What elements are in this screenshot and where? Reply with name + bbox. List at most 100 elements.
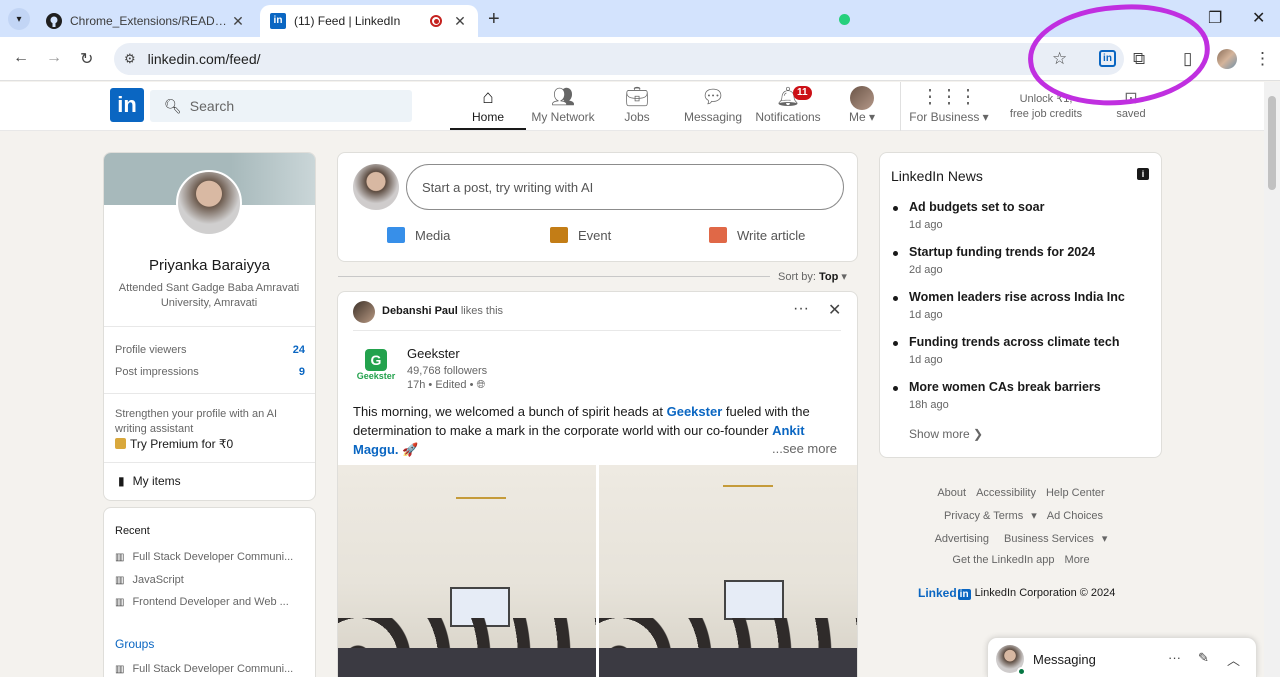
nav-me[interactable]: Me ▾ (820, 86, 904, 124)
wordmark-text: Linked (918, 586, 957, 600)
side-panel-icon[interactable]: ▯ (1183, 49, 1192, 69)
footer-link[interactable]: Privacy & Terms ▾ (939, 510, 1037, 522)
profile-avatar[interactable] (176, 170, 242, 236)
forward-icon[interactable]: → (46, 49, 62, 67)
bookmark-star-icon[interactable]: ☆ (1052, 49, 1067, 69)
nav-label: For Business (909, 110, 980, 124)
group-item-label: Full Stack Developer Communi... (132, 663, 294, 675)
news-item[interactable]: Ad budgets set to soar 1d ago (891, 200, 1151, 231)
liker-name[interactable]: Debanshi Paul (382, 305, 458, 317)
header-divider (900, 82, 901, 131)
footer-link[interactable]: More (1065, 554, 1090, 566)
scroll-thumb[interactable] (1268, 96, 1276, 190)
browser-profile-avatar[interactable] (1217, 49, 1237, 69)
tab-github[interactable]: Chrome_Extensions/README.m ✕ (36, 5, 256, 37)
recent-item[interactable]: ▥ Frontend Developer and Web ... (115, 596, 311, 608)
company-logo[interactable]: G Geekster (352, 349, 400, 385)
my-items-link[interactable]: ▮ My items (118, 474, 181, 488)
recent-item-label: Full Stack Developer Communi... (132, 551, 294, 563)
restore-icon[interactable]: ❐ (1208, 8, 1222, 28)
mention-link[interactable]: Geekster (667, 404, 723, 419)
search-input[interactable]: 🔍︎ Search (150, 90, 412, 122)
chevron-up-icon[interactable]: ︿ (1227, 650, 1240, 669)
more-options-icon[interactable]: ··· (1168, 650, 1181, 665)
show-more-button[interactable]: Show more ❯ (909, 427, 983, 441)
avatar[interactable] (353, 301, 375, 323)
see-more-link[interactable]: ...see more (772, 441, 837, 456)
messaging-label: Messaging (1033, 652, 1096, 667)
compose-icon[interactable]: ✎ (1198, 650, 1209, 666)
tab-linkedin[interactable]: in (11) Feed | LinkedIn ✕ (260, 5, 478, 37)
groups-heading[interactable]: Groups (115, 637, 154, 651)
nav-my-network[interactable]: 👥︎ My Network (521, 86, 605, 124)
linkedin-extension-icon[interactable]: in (1099, 50, 1116, 67)
reload-icon[interactable]: ↻ (80, 49, 93, 69)
more-options-icon[interactable]: ··· (793, 300, 809, 318)
divider (104, 326, 315, 327)
recent-item[interactable]: ▥ JavaScript (115, 574, 311, 586)
news-item[interactable]: More women CAs break barriers 18h ago (891, 380, 1151, 411)
premium-upsell-link[interactable]: Unlock ₹1, free job credits (1000, 92, 1092, 122)
post-impressions-stat[interactable]: Post impressions 9 (115, 366, 305, 378)
browser-menu-icon[interactable]: ⋮ (1254, 49, 1271, 69)
try-premium-link[interactable]: Try Premium for ₹0 (115, 437, 233, 451)
footer-link[interactable]: Ad Choices (1047, 510, 1103, 522)
footer-link[interactable]: About (937, 487, 966, 499)
event-button[interactable]: Event (550, 227, 611, 243)
image-icon (387, 227, 405, 243)
company-name[interactable]: Geekster (407, 346, 460, 361)
tab-search-button[interactable]: ▾ (8, 8, 30, 30)
media-button[interactable]: Media (387, 227, 450, 243)
close-icon[interactable]: ✕ (828, 300, 841, 320)
nav-notifications[interactable]: 🔔︎ 11 Notifications (746, 86, 830, 124)
footer-row: Advertising Business Services ▾ (880, 532, 1162, 545)
address-bar[interactable]: ⚙ linkedin.com/feed/ (114, 43, 1124, 75)
news-item[interactable]: Startup funding trends for 2024 2d ago (891, 245, 1151, 276)
caret-down-icon: ▾ (841, 271, 847, 283)
profile-viewers-stat[interactable]: Profile viewers 24 (115, 344, 305, 356)
post-image[interactable] (599, 465, 857, 677)
footer-link[interactable]: Accessibility (976, 487, 1036, 499)
sort-dropdown[interactable]: Sort by: Top ▾ (778, 270, 847, 283)
back-icon[interactable]: ← (13, 49, 29, 67)
window-close-icon[interactable]: ✕ (1252, 8, 1265, 28)
recent-item[interactable]: ▥ Full Stack Developer Communi... (115, 551, 311, 563)
my-items-label: My items (132, 474, 181, 488)
profile-name[interactable]: Priyanka Baraiyya (104, 257, 315, 274)
close-icon[interactable]: ✕ (230, 13, 246, 30)
post-image[interactable] (338, 465, 596, 677)
avatar (850, 86, 874, 110)
action-label: Event (578, 227, 612, 243)
news-item[interactable]: Women leaders rise across India Inc 1d ag… (891, 290, 1151, 321)
network-icon: 👥︎ (550, 87, 576, 108)
group-item[interactable]: ▥ Full Stack Developer Communi... (115, 663, 311, 675)
write-article-button[interactable]: Write article (709, 227, 805, 243)
post-text-part: This morning, we welcomed a bunch of spi… (353, 404, 667, 419)
info-icon[interactable]: i (1137, 168, 1149, 180)
saved-button[interactable]: ⊡ saved (1108, 88, 1154, 120)
extensions-puzzle-icon[interactable]: ⧉ (1133, 49, 1145, 69)
nav-messaging[interactable]: 💬︎ Messaging (671, 86, 755, 124)
avatar[interactable] (353, 164, 399, 210)
news-item[interactable]: Funding trends across climate tech 1d ago (891, 335, 1151, 366)
url-text: linkedin.com/feed/ (147, 51, 261, 67)
nav-jobs[interactable]: 💼︎ Jobs (595, 86, 679, 124)
sort-value: Top (818, 271, 839, 283)
new-tab-button[interactable]: + (488, 8, 500, 31)
footer-link[interactable]: Advertising (935, 533, 989, 545)
footer-link[interactable]: Get the LinkedIn app (952, 554, 1054, 566)
footer-link[interactable]: Business Services ▾ (999, 533, 1107, 545)
close-icon[interactable]: ✕ (452, 13, 468, 30)
home-icon: ⌂ (482, 87, 494, 108)
nav-for-business[interactable]: ⋮⋮⋮ For Business ▾ (907, 86, 991, 124)
start-post-input[interactable]: Start a post, try writing with AI (406, 164, 844, 210)
nav-home[interactable]: ⌂ Home (446, 86, 530, 124)
site-info-icon[interactable]: ⚙ (124, 51, 136, 67)
messaging-overlay[interactable]: Messaging ··· ✎ ︿ (987, 637, 1257, 677)
nav-label: Notifications (755, 110, 821, 124)
nav-label: Jobs (624, 110, 650, 124)
linkedin-logo[interactable]: in (110, 88, 144, 122)
page-scrollbar[interactable] (1264, 82, 1280, 677)
footer-link[interactable]: Help Center (1046, 487, 1105, 499)
sort-label: Sort by: (778, 271, 816, 283)
